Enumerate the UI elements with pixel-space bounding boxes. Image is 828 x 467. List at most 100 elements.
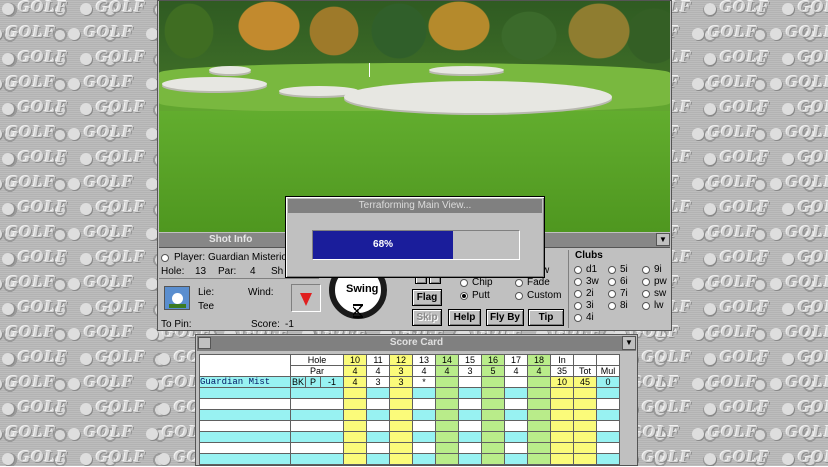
empty-hole-cell (504, 398, 528, 410)
club-radio-5i[interactable] (608, 266, 616, 274)
chip-label: Chip (472, 277, 493, 288)
wind-label: Wind: (248, 287, 274, 298)
club-radio-7i[interactable] (608, 290, 616, 298)
club-label-6i: 6i (620, 276, 628, 287)
empty-in-cell (550, 431, 574, 443)
golf-ball-tile-icon (782, 103, 794, 115)
club-radio-d1[interactable] (574, 266, 582, 274)
golf-tile-text: GOLF (798, 447, 828, 466)
club-radio-9i[interactable] (642, 266, 650, 274)
golf-ball-tile-icon (704, 3, 716, 15)
swing-meter[interactable]: Swing (323, 271, 393, 326)
golf-ball-tile-icon (770, 28, 782, 40)
hole-number-cell: 15 (458, 354, 482, 366)
chip-radio[interactable] (460, 279, 468, 287)
empty-mul-cell (596, 442, 620, 454)
empty-in-cell (550, 409, 574, 421)
empty-hole-cell (412, 453, 436, 465)
par-value-cell: 5 (481, 365, 505, 377)
putt-radio[interactable] (460, 292, 468, 300)
par-label: Par: (218, 266, 237, 277)
empty-score-row[interactable] (199, 431, 620, 443)
golf-tile-text: GOLF (720, 297, 771, 316)
skip-button[interactable]: Skip (412, 309, 442, 326)
club-radio-sw[interactable] (642, 290, 650, 298)
golf-tile-text: GOLF (720, 397, 771, 416)
club-radio-3w[interactable] (574, 278, 582, 286)
empty-name-cell (199, 431, 291, 443)
empty-hole-cell (481, 442, 505, 454)
golf-tile-text: GOLF (84, 22, 135, 41)
golf-ball-tile-icon (158, 453, 170, 465)
empty-score-row[interactable] (199, 398, 620, 410)
club-radio-6i[interactable] (608, 278, 616, 286)
clubs-group: Clubs d1 5i 9i 3w 6i pw 2i 7i sw 3i 8i lw 4i (568, 250, 671, 328)
player-score-row[interactable]: Guardian Mist BK P -1 4 3 3 * 10 45 0 (199, 376, 620, 388)
help-button[interactable]: Help (448, 309, 481, 326)
golf-ball-tile-icon (80, 53, 92, 65)
golf-ball-tile-icon (704, 303, 716, 315)
golf-ball-tile-icon (0, 128, 2, 140)
fade-radio[interactable] (515, 279, 523, 287)
tip-button[interactable]: Tip (528, 309, 564, 326)
empty-hole-cell (366, 409, 390, 421)
golf-tile-text: GOLF (708, 322, 759, 341)
empty-mul-cell (596, 398, 620, 410)
in-par-cell: 35 (550, 365, 574, 377)
empty-name-cell (199, 409, 291, 421)
empty-hole-cell (504, 453, 528, 465)
player-radio[interactable] (161, 254, 169, 262)
golf-ball-tile-icon (770, 378, 782, 390)
empty-mul-cell (596, 409, 620, 421)
golf-ball-tile-icon (80, 303, 92, 315)
player-name-cell: Guardian Mist (199, 376, 291, 388)
fly-by-button[interactable]: Fly By (486, 309, 524, 326)
empty-hole-cell (458, 409, 482, 421)
empty-score-row[interactable] (199, 453, 620, 465)
golf-tile-text: GOLF (84, 72, 135, 91)
club-radio-8i[interactable] (608, 302, 616, 310)
golf-ball-tile-icon (2, 303, 14, 315)
golf-tile-text: GOLF (6, 172, 57, 191)
empty-hole-cell (458, 387, 482, 399)
score-card-title: Score Card (389, 337, 444, 348)
custom-radio[interactable] (515, 292, 523, 300)
shot-info-collapse-button[interactable]: ▼ (656, 233, 670, 246)
golf-ball-tile-icon (0, 278, 2, 290)
golf-tile-text: GOLF (18, 147, 69, 166)
club-label-5i: 5i (620, 264, 628, 275)
club-radio-pw[interactable] (642, 278, 650, 286)
empty-tot-cell (573, 409, 597, 421)
empty-score-row[interactable] (199, 409, 620, 421)
golf-tile-text: GOLF (6, 322, 57, 341)
par-value: 4 (250, 266, 256, 277)
club-radio-2i[interactable] (574, 290, 582, 298)
club-radio-3i[interactable] (574, 302, 582, 310)
empty-hole-cell (527, 398, 551, 410)
empty-score-row[interactable] (199, 442, 620, 454)
club-radio-lw[interactable] (642, 302, 650, 310)
golf-tile-text: GOLF (18, 347, 69, 366)
empty-info-cell (290, 398, 344, 410)
tot-score-cell: 45 (573, 376, 597, 388)
golf-tile-text: GOLF (18, 47, 69, 66)
golf-ball-tile-icon (2, 353, 14, 365)
golf-ball-tile-icon (0, 378, 2, 390)
empty-hole-cell (366, 442, 390, 454)
flag-button[interactable]: Flag (412, 289, 442, 306)
empty-score-row[interactable] (199, 420, 620, 432)
par-label-cell: Par (290, 365, 344, 377)
empty-hole-cell (435, 398, 459, 410)
empty-score-row[interactable] (199, 387, 620, 399)
hole-label: Hole: (161, 266, 185, 277)
golf-tile-text: GOLF (798, 397, 828, 416)
empty-hole-cell (435, 442, 459, 454)
empty-hole-cell (458, 420, 482, 432)
golf-ball-tile-icon (2, 253, 14, 265)
golf-ball-tile-icon (146, 378, 158, 390)
score-card-collapse-button[interactable]: ▼ (622, 336, 636, 350)
hole-score-cell (481, 376, 505, 388)
golf-ball-tile-icon (770, 128, 782, 140)
club-radio-4i[interactable] (574, 314, 582, 322)
golf-ball-tile-icon (68, 78, 80, 90)
